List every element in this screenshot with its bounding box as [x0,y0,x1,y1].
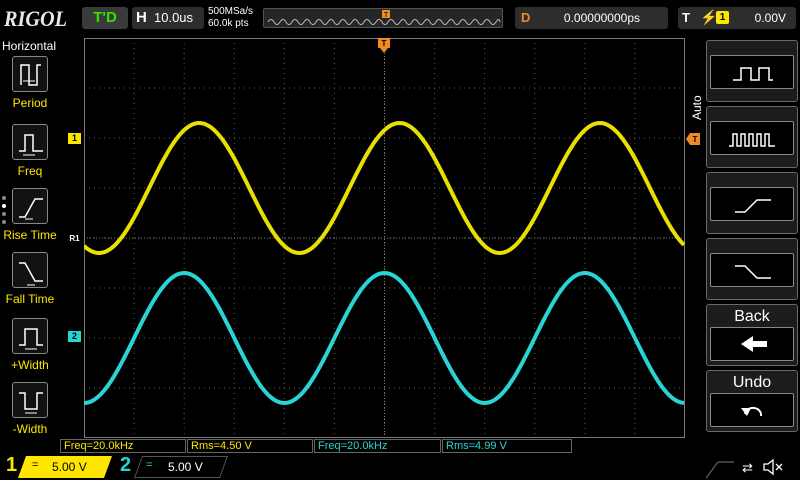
memory-overview-strip[interactable]: T [263,8,503,28]
frequency-button[interactable]: Freq [0,124,60,186]
ch2-offset-marker[interactable]: 2 [68,331,81,342]
rigol-logo: RIGOL [4,6,67,31]
memory-depth: 60.0k pts [208,18,249,29]
rise-time-icon [12,188,48,224]
trigger-label: T [682,10,690,25]
rise-time-button[interactable]: Rise Time [0,188,60,250]
trigger-box[interactable]: T ⚡ 1 0.00V [678,7,796,29]
status-slash-decoration [705,461,734,478]
auto-label-container: Auto [690,92,704,122]
ch1-offset-marker[interactable]: 1 [68,133,81,144]
ref-marker: R1 [68,233,81,244]
usb-icon: ⇄ [742,460,753,475]
waveform-display[interactable] [84,38,685,438]
back-label: Back [734,308,770,325]
sample-rate: 500MSa/s [208,6,254,17]
right-softkey-menu: Auto Back Undo [686,40,800,452]
measure-burst-button[interactable] [706,106,798,168]
fall-time-button[interactable]: Fall Time [0,252,60,314]
period-button[interactable]: Period [0,56,60,118]
horizontal-label: H [136,9,147,26]
left-arrow-icon [710,327,794,361]
ch2-rms-measurement: Rms=4.99 V [442,439,572,453]
ch2-channel-tab[interactable]: 2 = 5.00 V [0,454,230,480]
falling-edge-button[interactable] [706,238,798,300]
ch2-number: 2 [120,454,132,476]
rising-edge-button[interactable] [706,172,798,234]
acquisition-info: 500MSa/s 60.0k pts [208,6,253,30]
auto-label: Auto [690,95,704,120]
undo-icon [710,393,794,427]
ch2-dc-coupling-icon: = [146,459,153,471]
horizontal-scale-value: 10.0us [154,10,194,25]
undo-label: Undo [732,374,772,391]
menu-title: Horizontal [2,39,57,53]
top-status-bar: RIGOL T'D H 10.0us 500MSa/s 60.0k pts T … [0,0,800,36]
memory-overview-waveform: T [267,10,501,25]
frequency-icon [12,124,48,160]
rising-edge-icon [710,187,794,221]
measure-all-button[interactable] [706,40,798,102]
svg-text:T: T [382,39,387,48]
trigger-source: 1 [716,11,729,24]
negative-width-icon [12,382,48,418]
svg-text:T: T [384,12,389,19]
bottom-channel-bar: 1 = 5.00 V 2 = 5.00 V ⇄ [0,454,800,480]
back-button[interactable]: Back [706,304,798,366]
period-icon [12,56,48,92]
pulse-train-icon [710,121,794,155]
speaker-mute-icon[interactable] [762,457,784,477]
ch2-frequency-measurement: Freq=20.0kHz [314,439,441,453]
trigger-position-marker[interactable]: T [377,38,391,54]
undo-button[interactable]: Undo [706,370,798,432]
square-wave-icon [710,55,794,89]
delay-value: 0.00000000ps [563,11,640,25]
negative-width-button[interactable]: -Width [0,382,60,444]
delay-label: D [521,10,531,25]
positive-width-icon [12,318,48,354]
ch1-frequency-measurement: Freq=20.0kHz [60,439,186,453]
ch2-vertical-scale: 5.00 V [168,460,203,474]
delay-box[interactable]: D 0.00000000ps [515,7,668,29]
falling-edge-icon [710,253,794,287]
ch1-rms-measurement: Rms=4.50 V [187,439,313,453]
horizontal-scale-box[interactable]: H 10.0us [132,7,204,29]
run-state-indicator[interactable]: T'D [82,7,128,29]
left-measure-menu: Horizontal Period Freq Rise Time Fall Ti… [0,36,60,452]
trigger-level: 0.00V [754,11,786,25]
positive-width-button[interactable]: +Width [0,318,60,380]
rising-edge-trigger-icon: ⚡ [700,9,718,25]
fall-time-icon [12,252,48,288]
